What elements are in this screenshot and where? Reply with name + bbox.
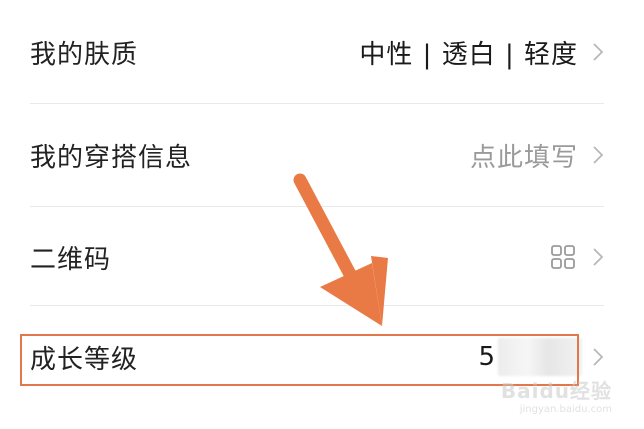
row-qr-code[interactable]: 二维码 bbox=[30, 207, 604, 307]
skin-type-value: 中性 | 透白 | 轻度 bbox=[359, 39, 578, 70]
row-outfit-info-right: 点此填写 bbox=[470, 105, 604, 205]
outfit-info-value: 点此填写 bbox=[469, 142, 578, 173]
divider bbox=[30, 305, 604, 306]
chevron-right-icon bbox=[593, 248, 604, 266]
row-skin-type[interactable]: 我的肤质 中性 | 透白 | 轻度 bbox=[30, 2, 604, 102]
row-qr-code-label: 二维码 bbox=[30, 244, 112, 275]
settings-list: 我的肤质 中性 | 透白 | 轻度 我的穿搭信息 点此填写 二维码 成长等级 5… bbox=[0, 0, 644, 429]
blurred-level-value bbox=[498, 338, 582, 376]
chevron-right-icon bbox=[593, 43, 604, 61]
row-growth-level-label: 成长等级 bbox=[30, 344, 139, 375]
chevron-right-icon bbox=[593, 348, 604, 366]
divider bbox=[30, 103, 604, 104]
growth-level-value: 5 bbox=[478, 342, 496, 372]
row-outfit-info[interactable]: 我的穿搭信息 点此填写 bbox=[30, 105, 604, 205]
row-skin-type-right: 中性 | 透白 | 轻度 bbox=[359, 2, 604, 102]
row-growth-level[interactable]: 成长等级 5 bbox=[30, 307, 604, 407]
row-qr-code-right bbox=[550, 207, 604, 307]
row-skin-type-label: 我的肤质 bbox=[30, 39, 139, 70]
chevron-right-icon bbox=[593, 146, 604, 164]
qr-code-icon bbox=[551, 245, 575, 269]
row-outfit-info-label: 我的穿搭信息 bbox=[30, 142, 193, 173]
row-growth-level-right: 5 bbox=[478, 307, 604, 407]
